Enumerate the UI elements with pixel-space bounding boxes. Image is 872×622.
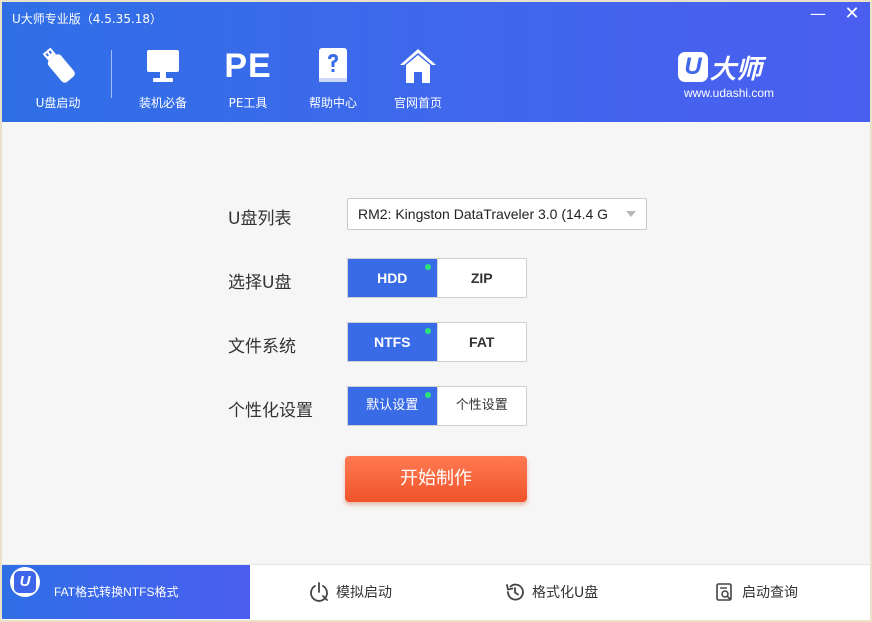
simulate-boot-button[interactable]: 模拟启动: [308, 565, 392, 619]
option-default-settings[interactable]: 默认设置: [348, 387, 437, 425]
nav-label: 装机必备: [138, 96, 187, 110]
option-label: ZIP: [470, 270, 493, 286]
badge-mark: U: [14, 571, 36, 593]
option-label: NTFS: [373, 334, 411, 350]
option-custom-settings[interactable]: 个性设置: [436, 387, 527, 425]
selected-dot: [424, 328, 431, 334]
start-make-button[interactable]: 开始制作: [345, 456, 527, 502]
pe-icon: PE: [224, 47, 272, 85]
udashi-logo: U 大师 www.udashi.com: [678, 50, 798, 102]
option-label: 默认设置: [366, 398, 419, 413]
fat-to-ntfs-tab[interactable]: U FAT格式转换NTFS格式: [2, 565, 250, 619]
option-ntfs[interactable]: NTFS: [348, 323, 437, 361]
nav-label: PE工具: [228, 96, 268, 110]
history-icon: [506, 583, 524, 601]
usb-mode-toggle: HDD ZIP: [347, 258, 527, 298]
monitor-icon: [147, 50, 179, 82]
search-doc-icon: [716, 583, 732, 601]
selected-dot: [424, 392, 431, 398]
usb-list-select[interactable]: RM2: Kingston DataTraveler 3.0 (14.4 G: [347, 198, 647, 230]
option-fat[interactable]: FAT: [436, 323, 527, 361]
logo-name: 大师: [710, 54, 763, 85]
format-usb-button[interactable]: 格式化U盘: [504, 565, 598, 619]
option-label: FAT: [469, 334, 495, 350]
udashi-badge-icon: U: [10, 567, 40, 597]
selected-dot: [424, 264, 431, 270]
fat-to-ntfs-label: FAT格式转换NTFS格式: [54, 585, 179, 599]
logo-url: www.udashi.com: [684, 86, 775, 100]
nav-pe-tools[interactable]: PE PE工具: [208, 46, 288, 116]
select-usb-label: 选择U盘: [228, 273, 292, 293]
home-icon: [400, 49, 436, 83]
header-bar: U大师专业版（4.5.35.18） — ✕ U盘启动 装机必备 PE PE工具 …: [2, 2, 870, 122]
chevron-down-icon: [626, 211, 636, 217]
help-book-icon: [319, 48, 347, 82]
boot-query-label: 启动查询: [742, 585, 798, 601]
nav-help-center[interactable]: 帮助中心: [293, 46, 373, 116]
nav-label: 帮助中心: [308, 96, 357, 110]
option-zip[interactable]: ZIP: [436, 259, 527, 297]
personalize-toggle: 默认设置 个性设置: [347, 386, 527, 426]
file-system-label: 文件系统: [228, 337, 296, 357]
nav-divider: [111, 50, 112, 98]
usb-list-value: RM2: Kingston DataTraveler 3.0 (14.4 G: [358, 206, 609, 222]
app-window: U大师专业版（4.5.35.18） — ✕ U盘启动 装机必备 PE PE工具 …: [2, 2, 870, 620]
option-label: HDD: [377, 270, 408, 286]
personalize-label: 个性化设置: [228, 401, 313, 421]
nav-label: U盘启动: [35, 96, 81, 110]
minimize-button[interactable]: —: [806, 4, 830, 24]
footer-bar: U FAT格式转换NTFS格式 模拟启动 格式化U盘 启动查询: [2, 564, 870, 620]
nav-install-essentials[interactable]: 装机必备: [123, 46, 203, 116]
format-usb-label: 格式化U盘: [532, 585, 599, 601]
nav-label: 官网首页: [393, 96, 442, 110]
boot-query-button[interactable]: 启动查询: [714, 565, 798, 619]
usb-drive-icon: [42, 47, 75, 83]
logo-mark: U: [678, 52, 708, 82]
power-icon: [310, 582, 328, 602]
simulate-boot-label: 模拟启动: [336, 585, 392, 601]
window-title: U大师专业版（4.5.35.18）: [12, 12, 163, 26]
option-label: 个性设置: [455, 398, 508, 413]
nav-usb-boot[interactable]: U盘启动: [18, 46, 98, 116]
close-button[interactable]: ✕: [840, 4, 864, 24]
option-hdd[interactable]: HDD: [348, 259, 437, 297]
file-system-toggle: NTFS FAT: [347, 322, 527, 362]
nav-official-site[interactable]: 官网首页: [378, 46, 458, 116]
usb-list-label: U盘列表: [228, 209, 292, 229]
